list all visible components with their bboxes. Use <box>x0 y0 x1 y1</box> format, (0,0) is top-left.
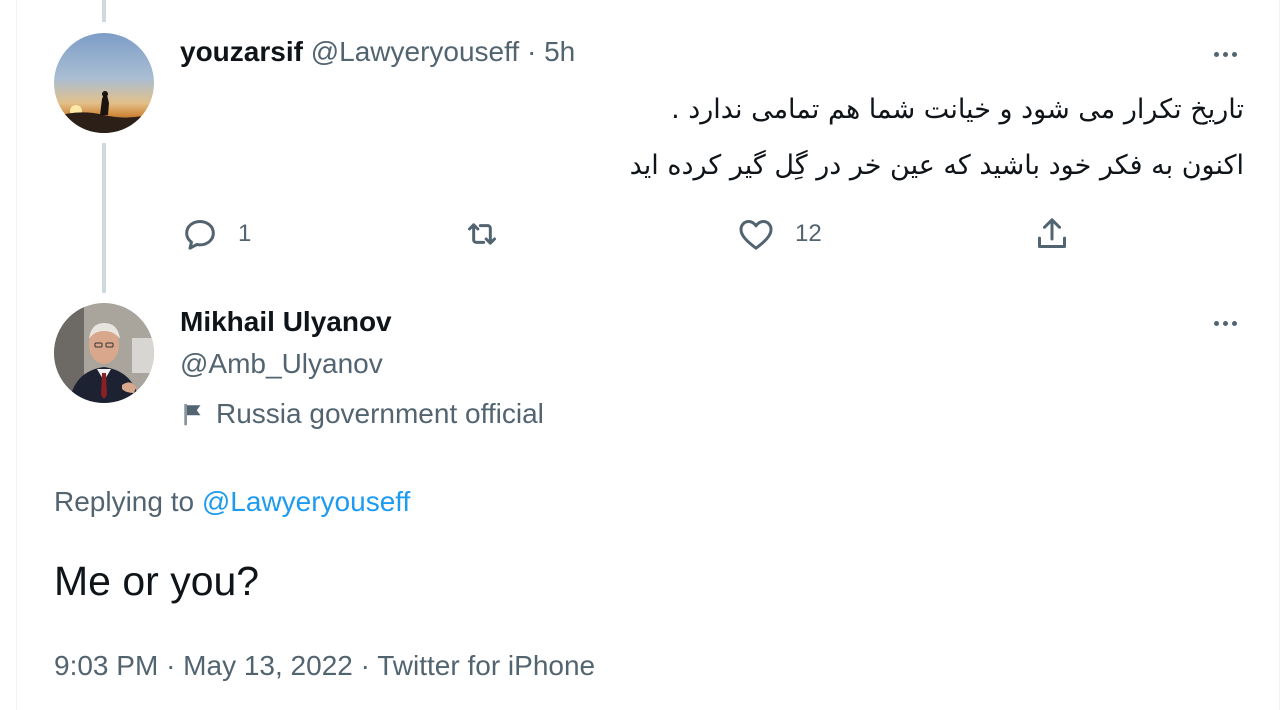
reply-author-handle[interactable]: @Lawyeryouseff <box>311 36 519 67</box>
government-label-text: Russia government official <box>216 398 544 429</box>
reply-text-line-2: اکنون به فکر خود باشید که عین خر در گِل … <box>629 150 1244 181</box>
share-icon <box>1038 218 1066 248</box>
like-count: 12 <box>795 220 822 247</box>
main-tweet-text: Me or you? <box>54 558 260 604</box>
reply-author-name[interactable]: youzarsif <box>180 36 303 67</box>
sunset-avatar-image <box>54 33 154 133</box>
more-icon-dot <box>1222 320 1228 326</box>
meta-separator: · <box>166 650 176 681</box>
tweet-time[interactable]: 9:03 PM <box>54 650 158 681</box>
replying-to-line: Replying to @Lawyeryouseff <box>54 483 410 521</box>
tweet-detail-page: youzarsif @Lawyeryouseff · 5h تاریخ تکرا… <box>0 0 1280 710</box>
replying-to-mention-link[interactable]: @Lawyeryouseff <box>202 486 410 517</box>
more-icon-dot <box>1231 320 1237 326</box>
reply-time[interactable]: 5h <box>544 36 575 67</box>
tweet-date[interactable]: May 13, 2022 <box>183 650 353 681</box>
like-action-button[interactable]: 12 <box>735 212 822 256</box>
reply-count: 1 <box>238 220 252 247</box>
like-icon <box>739 220 773 250</box>
tweet-metadata: 9:03 PM · May 13, 2022 · Twitter for iPh… <box>54 647 595 685</box>
main-author-handle[interactable]: @Amb_Ulyanov <box>180 345 383 383</box>
reply-text-line-1: تاریخ تکرار می شود و خیانت شما هم تمامی … <box>671 94 1244 125</box>
reply-tweet-text: تاریخ تکرار می شود و خیانت شما هم تمامی … <box>224 82 1244 194</box>
thread-line-connector <box>102 143 106 293</box>
avatar-youzarsif[interactable] <box>54 33 154 133</box>
thread-line-top <box>102 0 106 22</box>
header-separator: · <box>526 36 537 67</box>
avatar-mikhail-ulyanov[interactable] <box>54 303 154 403</box>
frame-left-border <box>16 0 17 710</box>
more-options-button[interactable] <box>1205 44 1245 64</box>
more-icon <box>1213 320 1219 326</box>
more-icon-dot <box>1222 51 1228 57</box>
retweet-action-button[interactable] <box>460 212 522 256</box>
more-icon-dot <box>1231 51 1237 57</box>
replying-prefix: Replying to <box>54 486 195 517</box>
retweet-icon <box>468 223 496 245</box>
flag-icon <box>184 404 201 426</box>
reply-icon <box>185 220 215 250</box>
main-author-name[interactable]: Mikhail Ulyanov <box>180 303 392 341</box>
tweet-source[interactable]: Twitter for iPhone <box>377 650 595 681</box>
more-icon <box>1213 51 1219 57</box>
share-action-button[interactable] <box>1032 212 1072 256</box>
reply-action-button[interactable]: 1 <box>180 212 251 256</box>
portrait-avatar-image <box>54 303 154 403</box>
meta-separator: · <box>360 650 370 681</box>
reply-tweet-header: youzarsif @Lawyeryouseff · 5h <box>180 33 575 71</box>
government-label[interactable]: Russia government official <box>180 395 544 433</box>
more-options-button-main[interactable] <box>1205 313 1245 333</box>
